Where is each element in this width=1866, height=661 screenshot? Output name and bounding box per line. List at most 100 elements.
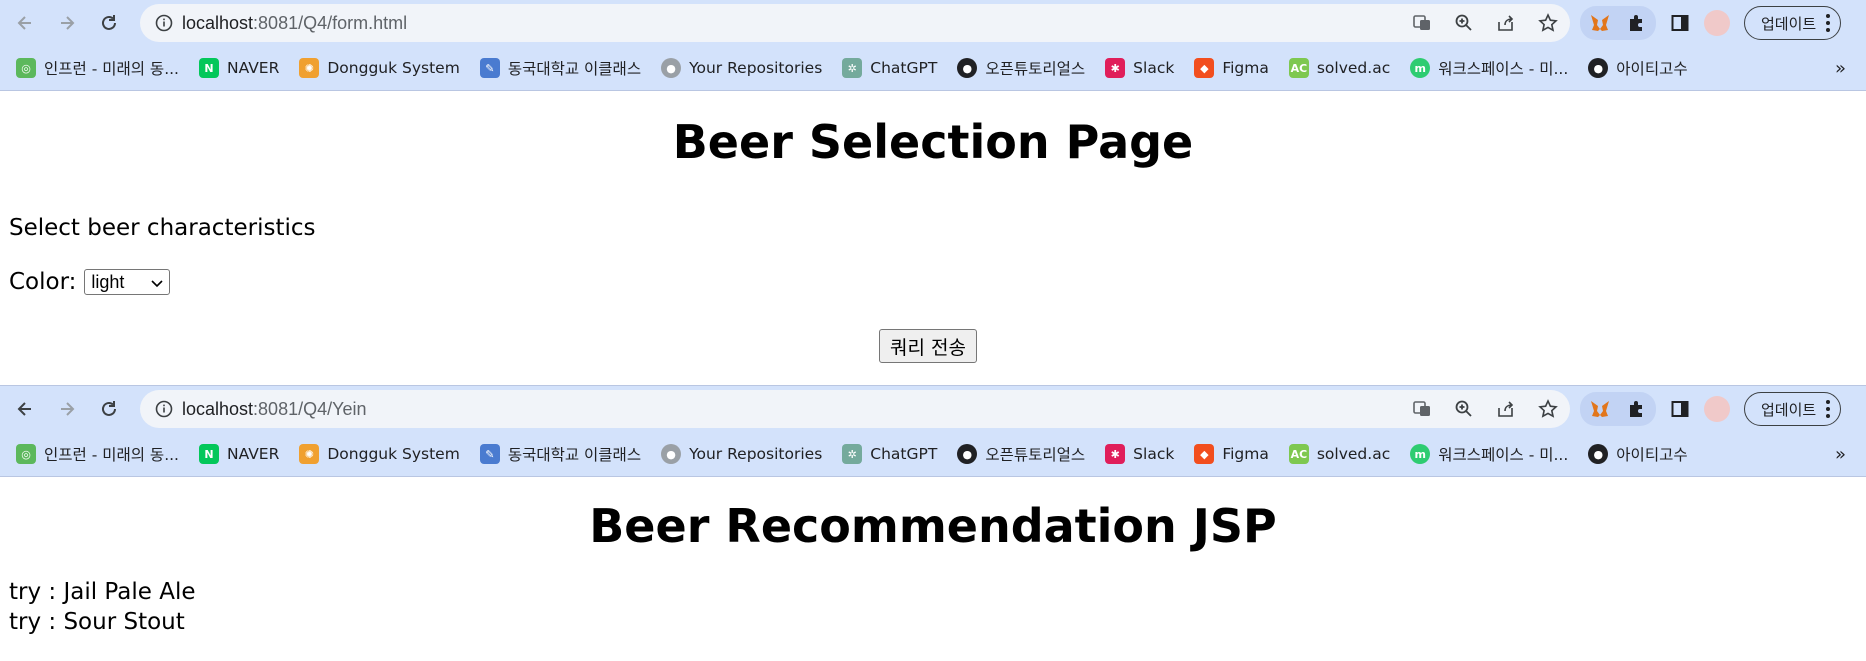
side-panel-icon[interactable] bbox=[1666, 395, 1694, 423]
back-icon[interactable] bbox=[8, 392, 42, 426]
more-menu-icon[interactable] bbox=[1826, 14, 1831, 32]
figma-icon: ◆ bbox=[1194, 58, 1215, 78]
workspace-icon: m bbox=[1410, 444, 1431, 464]
bookmark-item[interactable]: m 워크스페이스 - 미... bbox=[1410, 443, 1568, 465]
bookmark-item[interactable]: ✺ Dongguk System bbox=[299, 444, 460, 464]
reload-icon[interactable] bbox=[92, 392, 126, 426]
page-content: Beer Recommendation JSP try : Jail Pale … bbox=[0, 477, 1866, 660]
bookmark-label: Slack bbox=[1133, 59, 1175, 77]
submit-button[interactable]: 쿼리 전송 bbox=[879, 329, 977, 363]
translate-icon[interactable] bbox=[1408, 9, 1436, 37]
globe-icon: ● bbox=[957, 58, 978, 78]
eclass-icon: ✎ bbox=[479, 58, 500, 78]
browser-window-result: localhost:8081/Q4/Yein 업데이트 ◎ 인프런 - 미래의 동… bbox=[0, 385, 1866, 661]
bookmark-label: 오픈튜토리얼스 bbox=[985, 60, 1086, 78]
address-bar[interactable]: localhost:8081/Q4/Yein bbox=[140, 390, 1570, 428]
zoom-icon[interactable] bbox=[1450, 9, 1478, 37]
bookmark-label: 아이티고수 bbox=[1616, 60, 1688, 78]
bookmark-item[interactable]: ✲ ChatGPT bbox=[842, 444, 937, 464]
bookmark-item[interactable]: ● 오픈튜토리얼스 bbox=[957, 57, 1085, 79]
bookmark-label: 워크스페이스 - 미... bbox=[1438, 60, 1569, 78]
bookmark-item[interactable]: ● 아이티고수 bbox=[1588, 57, 1688, 79]
profile-avatar[interactable] bbox=[1704, 10, 1730, 36]
eclass-icon: ✎ bbox=[479, 444, 500, 464]
bookmark-item[interactable]: AC solved.ac bbox=[1288, 58, 1390, 78]
bookmark-label: Slack bbox=[1133, 445, 1175, 463]
instruction-text: Select beer characteristics bbox=[9, 215, 316, 241]
bookmark-item[interactable]: N NAVER bbox=[198, 444, 279, 464]
share-icon[interactable] bbox=[1492, 9, 1520, 37]
reload-icon[interactable] bbox=[92, 6, 126, 40]
page-content: Beer Selection Page Select beer characte… bbox=[0, 91, 1866, 385]
bookmark-item[interactable]: ✲ ChatGPT bbox=[842, 58, 937, 78]
forward-icon[interactable] bbox=[50, 392, 84, 426]
github-icon: ● bbox=[661, 444, 682, 464]
translate-icon[interactable] bbox=[1408, 395, 1436, 423]
bookmark-label: NAVER bbox=[226, 59, 280, 77]
profile-avatar[interactable] bbox=[1704, 396, 1730, 422]
metamask-icon[interactable] bbox=[1586, 395, 1614, 423]
result-line: try : Jail Pale Ale bbox=[9, 579, 196, 605]
bookmark-item[interactable]: ✎ 동국대학교 이클래스 bbox=[479, 443, 641, 465]
bookmark-item[interactable]: ✺ Dongguk System bbox=[299, 58, 460, 78]
slack-icon: ✱ bbox=[1105, 58, 1126, 78]
github-icon: ● bbox=[661, 58, 682, 78]
chevron-down-icon bbox=[151, 272, 163, 293]
bookmark-item[interactable]: ✱ Slack bbox=[1105, 58, 1174, 78]
bookmark-item[interactable]: ◎ 인프런 - 미래의 동... bbox=[16, 57, 179, 79]
more-menu-icon[interactable] bbox=[1826, 400, 1831, 418]
update-label: 업데이트 bbox=[1761, 400, 1817, 419]
bookmark-item[interactable]: ◆ Figma bbox=[1194, 444, 1269, 464]
bookmark-item[interactable]: ✎ 동국대학교 이클래스 bbox=[479, 57, 642, 79]
bookmark-item[interactable]: m 워크스페이스 - 미... bbox=[1410, 57, 1568, 79]
bookmark-item[interactable]: ◆ Figma bbox=[1194, 58, 1269, 78]
dongguk-icon: ✺ bbox=[299, 58, 320, 78]
bookmarks-bar: ◎ 인프런 - 미래의 동... N NAVER ✺ Dongguk System ✎ 동국대… bbox=[0, 46, 1866, 91]
share-icon[interactable] bbox=[1492, 395, 1520, 423]
bookmark-item[interactable]: ● Your Repositories bbox=[661, 58, 822, 78]
metamask-icon[interactable] bbox=[1586, 9, 1614, 37]
bookmarks-bar: ◎ 인프런 - 미래의 동... N NAVER ✺ Dongguk System ✎ 동국대… bbox=[0, 432, 1866, 477]
address-bar[interactable]: localhost:8081/Q4/form.html bbox=[140, 4, 1570, 42]
forward-icon[interactable] bbox=[50, 6, 84, 40]
site-info-icon[interactable] bbox=[152, 11, 176, 35]
browser-window-form: localhost:8081/Q4/form.html 업데이트 ◎ 인프런 - … bbox=[0, 0, 1866, 385]
bookmark-item[interactable]: AC solved.ac bbox=[1288, 444, 1390, 464]
back-icon[interactable] bbox=[8, 6, 42, 40]
bookmark-label: 동국대학교 이클래스 bbox=[507, 60, 642, 78]
update-button[interactable]: 업데이트 bbox=[1744, 392, 1842, 426]
bookmark-item[interactable]: ● 오픈튜토리얼스 bbox=[957, 443, 1085, 465]
bookmark-star-icon[interactable] bbox=[1534, 395, 1562, 423]
bookmarks-overflow-icon[interactable]: » bbox=[1835, 58, 1846, 79]
bookmark-label: Dongguk System bbox=[327, 59, 460, 77]
bookmark-star-icon[interactable] bbox=[1534, 9, 1562, 37]
side-panel-icon[interactable] bbox=[1666, 9, 1694, 37]
page-title: Beer Recommendation JSP bbox=[589, 499, 1277, 553]
bookmark-label: Figma bbox=[1222, 445, 1269, 463]
bookmark-label: Your Repositories bbox=[689, 445, 823, 463]
color-select[interactable]: light bbox=[84, 269, 171, 295]
extensions-puzzle-icon[interactable] bbox=[1622, 9, 1650, 37]
bookmark-item[interactable]: ● Your Repositories bbox=[661, 444, 822, 464]
bookmark-item[interactable]: ◎ 인프런 - 미래의 동... bbox=[16, 443, 179, 465]
browser-toolbar: localhost:8081/Q4/Yein 업데이트 bbox=[0, 386, 1866, 432]
bookmarks-overflow-icon[interactable]: » bbox=[1835, 444, 1846, 465]
slack-icon: ✱ bbox=[1105, 444, 1126, 464]
bookmark-label: Dongguk System bbox=[327, 445, 460, 463]
site-info-icon[interactable] bbox=[152, 397, 176, 421]
update-button[interactable]: 업데이트 bbox=[1744, 6, 1842, 40]
zoom-icon[interactable] bbox=[1450, 395, 1478, 423]
chatgpt-icon: ✲ bbox=[842, 58, 863, 78]
bookmarks-list: ◎ 인프런 - 미래의 동... N NAVER ✺ Dongguk System ✎ 동국대… bbox=[16, 443, 1708, 465]
globe-icon: ● bbox=[957, 444, 978, 464]
extensions-puzzle-icon[interactable] bbox=[1622, 395, 1650, 423]
url-text: localhost:8081/Q4/form.html bbox=[182, 12, 408, 33]
bookmark-item[interactable]: N NAVER bbox=[198, 58, 280, 78]
bookmark-label: ChatGPT bbox=[870, 445, 938, 463]
bookmark-item[interactable]: ● 아이티고수 bbox=[1588, 443, 1688, 465]
bookmark-label: 워크스페이스 - 미... bbox=[1438, 446, 1569, 464]
figma-icon: ◆ bbox=[1194, 444, 1215, 464]
bookmark-item[interactable]: ✱ Slack bbox=[1105, 444, 1174, 464]
browser-toolbar: localhost:8081/Q4/form.html 업데이트 bbox=[0, 0, 1866, 46]
color-label: Color: bbox=[9, 269, 77, 295]
